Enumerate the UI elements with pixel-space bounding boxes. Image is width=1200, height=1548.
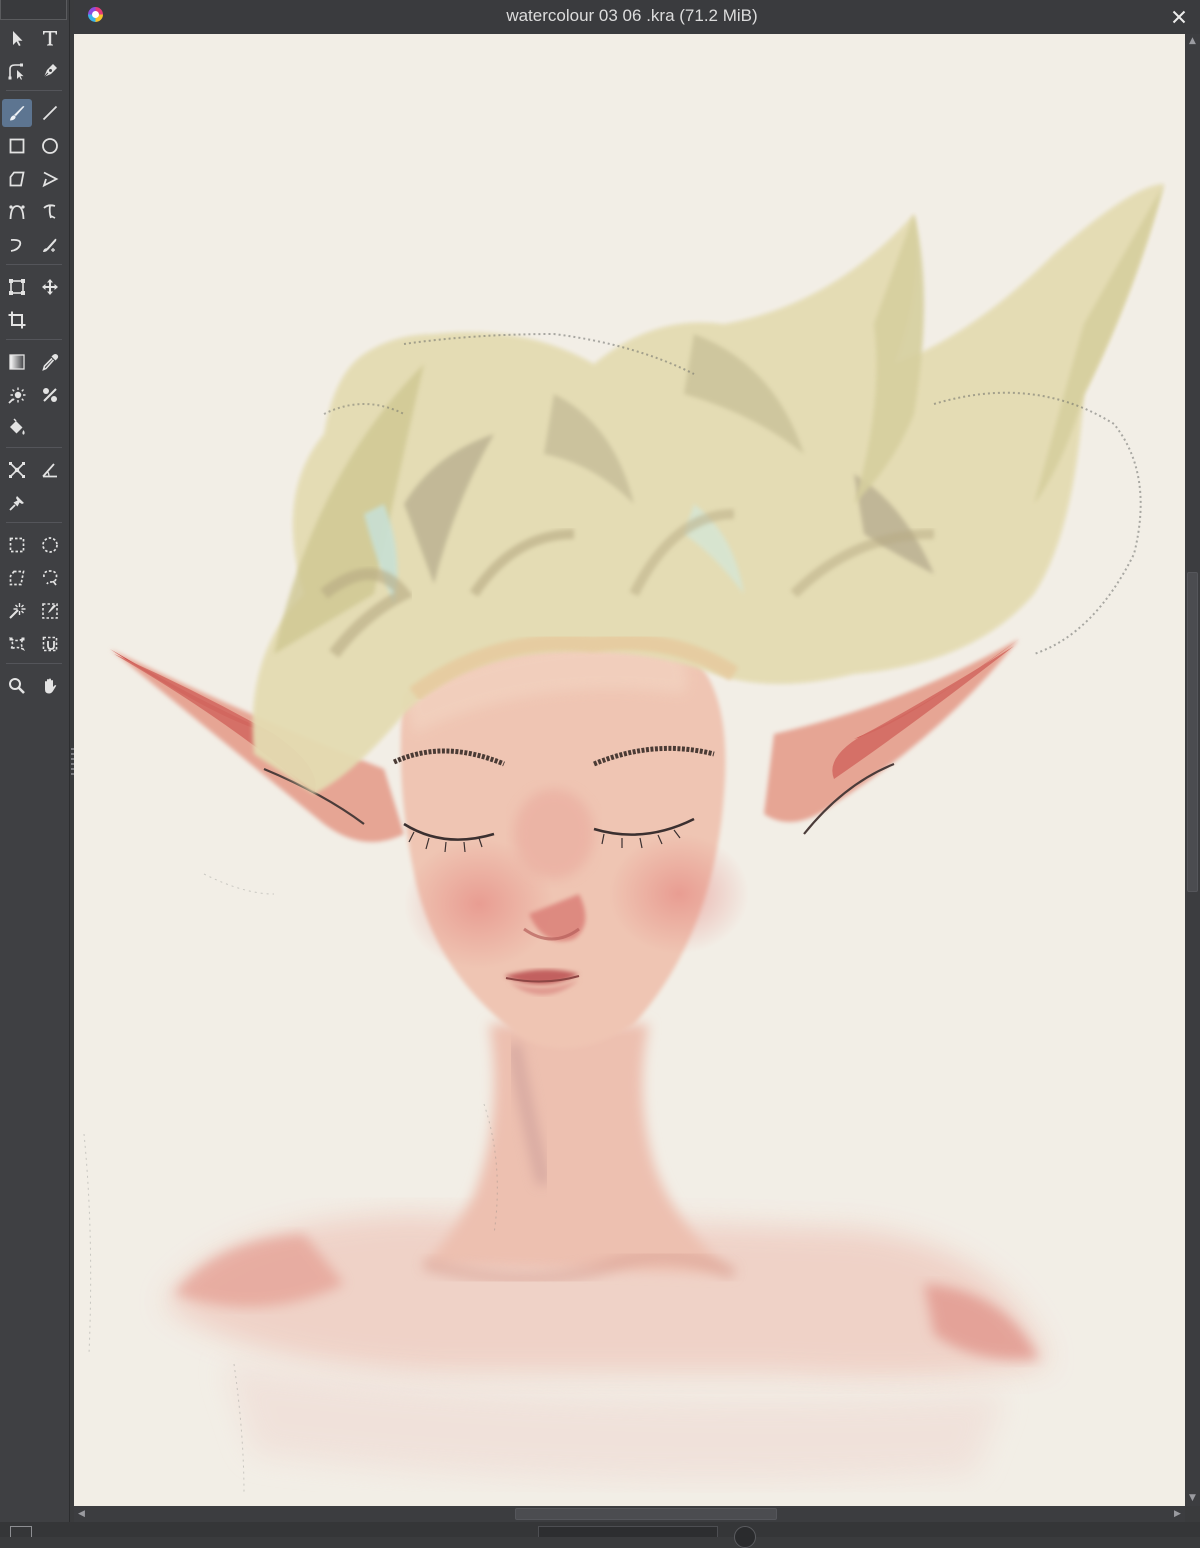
- face: [392, 642, 749, 1049]
- close-icon: [1172, 10, 1186, 24]
- ellipse-tool-button[interactable]: [35, 132, 65, 160]
- vertical-scroll-thumb[interactable]: [1187, 572, 1198, 892]
- colorize-mask-tool-button[interactable]: [35, 381, 65, 409]
- smart-patch-tool-button[interactable]: [2, 381, 32, 409]
- scroll-down-arrow-icon[interactable]: ▼: [1187, 1493, 1198, 1504]
- magnifier-icon: [9, 678, 25, 694]
- freehand-selection-tool-button[interactable]: [35, 564, 65, 592]
- measure-angle-icon: [42, 463, 57, 478]
- gradient-icon: [9, 354, 25, 370]
- scroll-up-arrow-icon[interactable]: ▲: [1187, 36, 1198, 47]
- brush-icon: [10, 106, 25, 121]
- crop-tool-button[interactable]: [2, 306, 32, 334]
- pushpin-icon: [9, 496, 24, 511]
- rotation-dial[interactable]: [734, 1526, 756, 1548]
- paint-bucket-icon: [10, 418, 25, 435]
- horizontal-scroll-thumb[interactable]: [515, 1508, 777, 1520]
- polygon-tool-button[interactable]: [2, 165, 32, 193]
- scroll-left-arrow-icon[interactable]: ◀: [76, 1508, 87, 1520]
- polygon-selection-icon: [9, 570, 25, 586]
- text-t-icon: [43, 31, 57, 46]
- color-sampler-tool-button[interactable]: [35, 348, 65, 376]
- contiguous-selection-tool-button[interactable]: [2, 597, 32, 625]
- freehand-path-icon: [43, 204, 56, 219]
- close-document-button[interactable]: [1168, 6, 1190, 28]
- arrow-pointer-icon: [13, 31, 23, 46]
- watercolour-painting: [83, 184, 1165, 1495]
- zoom-tool-button[interactable]: [2, 672, 32, 700]
- calligraphy-tool-button[interactable]: [35, 57, 65, 85]
- reference-images-tool-button[interactable]: [2, 489, 32, 517]
- rectangle-icon: [9, 138, 25, 154]
- magnetic-selection-icon: [42, 636, 58, 652]
- neck: [422, 1024, 737, 1285]
- bezier-curve-tool-button[interactable]: [2, 198, 32, 226]
- toolbox-separator: [6, 264, 62, 265]
- measure-tool-button[interactable]: [35, 456, 65, 484]
- rectangle-tool-button[interactable]: [2, 132, 32, 160]
- elliptical-selection-tool-button[interactable]: [35, 531, 65, 559]
- zoom-slider[interactable]: [538, 1526, 718, 1537]
- freehand-brush-tool-button[interactable]: [2, 99, 32, 127]
- toolbox-header: [0, 0, 67, 20]
- move-arrows-icon: [42, 279, 58, 295]
- crop-icon: [8, 311, 26, 329]
- pen-nib-icon: [42, 64, 57, 79]
- fill-tool-button[interactable]: [2, 414, 32, 442]
- similar-color-selection-tool-button[interactable]: [35, 597, 65, 625]
- vertical-scrollbar[interactable]: ▲ ▼: [1185, 34, 1200, 1506]
- pan-tool-button[interactable]: [35, 672, 65, 700]
- hand-icon: [45, 678, 57, 694]
- lasso-selection-icon: [43, 570, 58, 586]
- status-bar: [0, 1522, 1200, 1548]
- polygon-icon: [9, 171, 25, 187]
- select-shapes-tool-button[interactable]: [2, 24, 32, 52]
- transform-icon: [9, 279, 25, 295]
- assistant-icon: [9, 462, 25, 478]
- canvas-info-icon[interactable]: [10, 1526, 32, 1537]
- scroll-right-arrow-icon[interactable]: ▶: [1172, 1508, 1183, 1520]
- bezier-selection-icon: [8, 637, 26, 651]
- move-tool-button[interactable]: [35, 273, 65, 301]
- toolbox-separator: [6, 90, 62, 91]
- toolbox-panel: [0, 0, 74, 1537]
- toolbox-separator: [6, 522, 62, 523]
- horizontal-scrollbar[interactable]: ◀ ▶: [74, 1506, 1185, 1522]
- eyedropper-icon: [42, 354, 59, 371]
- multibrush-icon: [43, 238, 57, 252]
- multibrush-tool-button[interactable]: [35, 231, 65, 259]
- bezier-curve-icon: [9, 205, 25, 220]
- drawing-canvas[interactable]: [74, 34, 1185, 1506]
- bezier-selection-tool-button[interactable]: [2, 630, 32, 658]
- toolbox-separator: [6, 339, 62, 340]
- document-titlebar: watercolour 03 06 .kra (71.2 MiB): [74, 0, 1200, 34]
- assistant-tool-button[interactable]: [2, 456, 32, 484]
- toolbox-separator: [6, 663, 62, 664]
- edit-shapes-icon: [8, 63, 24, 80]
- polyline-tool-button[interactable]: [35, 165, 65, 193]
- line-tool-button[interactable]: [35, 99, 65, 127]
- smart-patch-icon: [8, 387, 26, 404]
- gradient-tool-button[interactable]: [2, 348, 32, 376]
- transform-tool-button[interactable]: [2, 273, 32, 301]
- toolbox-separator: [6, 447, 62, 448]
- line-icon: [42, 105, 58, 121]
- edit-shapes-tool-button[interactable]: [2, 57, 32, 85]
- dynamic-brush-tool-button[interactable]: [2, 231, 32, 259]
- ellipse-icon: [42, 138, 58, 154]
- colorize-mask-icon: [43, 388, 57, 402]
- document-title: watercolour 03 06 .kra (71.2 MiB): [506, 6, 758, 25]
- freehand-path-tool-button[interactable]: [35, 198, 65, 226]
- magic-wand-icon: [9, 603, 26, 619]
- polyline-icon: [42, 171, 59, 188]
- rectangular-selection-tool-button[interactable]: [2, 531, 32, 559]
- dynamic-brush-icon: [10, 238, 22, 252]
- rect-selection-icon: [9, 537, 25, 553]
- ellipse-selection-icon: [42, 537, 58, 553]
- text-tool-button[interactable]: [35, 24, 65, 52]
- magnetic-selection-tool-button[interactable]: [35, 630, 65, 658]
- polygonal-selection-tool-button[interactable]: [2, 564, 32, 592]
- similar-color-selection-icon: [42, 603, 58, 619]
